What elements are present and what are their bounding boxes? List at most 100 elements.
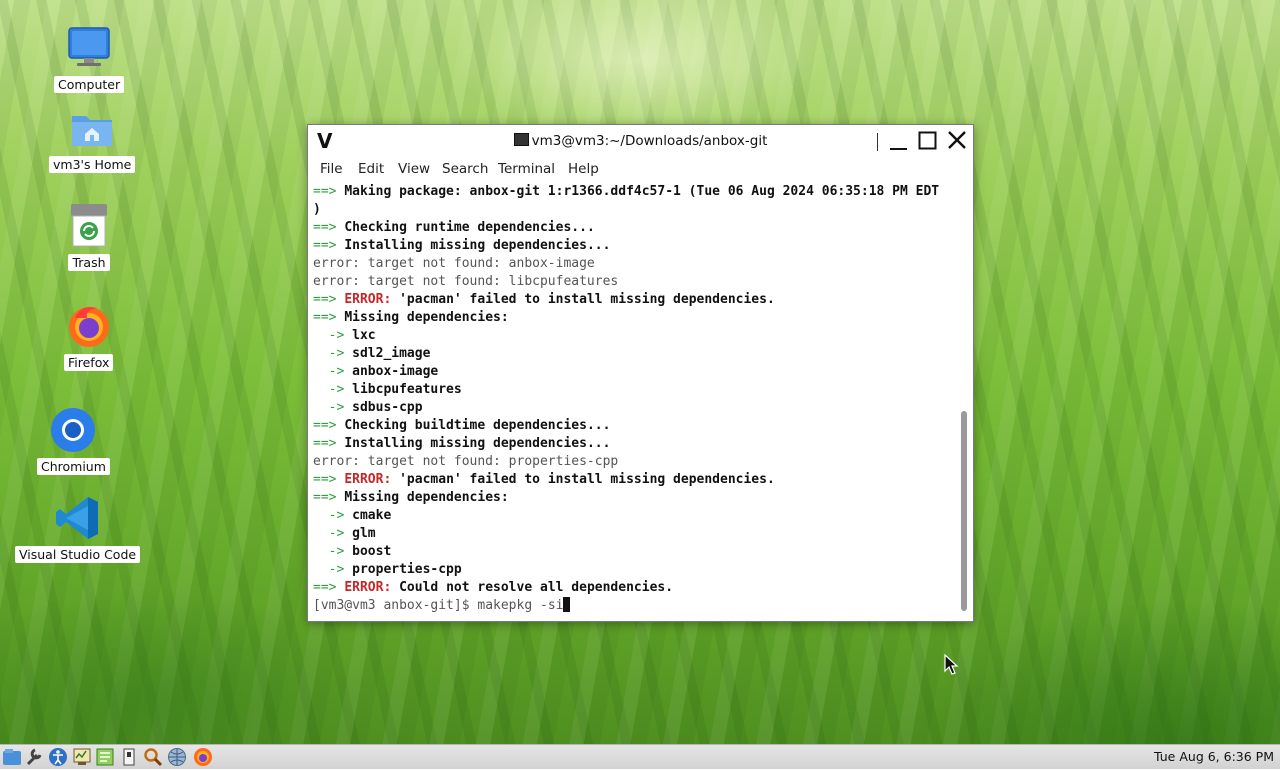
desktop-icon-label: Visual Studio Code: [15, 546, 141, 563]
line-text: boost: [352, 544, 392, 559]
app-menu-icon[interactable]: [2, 747, 22, 767]
error-label: ERROR:: [344, 580, 392, 595]
taskbar-clock[interactable]: Tue Aug 6, 6:36 PM: [1154, 749, 1274, 764]
firefox-icon[interactable]: [193, 747, 213, 767]
terminal-line: ==> Installing missing dependencies...: [313, 435, 955, 453]
desktop-icon-trash[interactable]: Trash: [65, 202, 113, 271]
menu-search[interactable]: Search: [442, 161, 488, 177]
settings-tools-icon[interactable]: [25, 747, 45, 767]
line-text: Checking runtime dependencies...: [344, 220, 595, 235]
line-text: Missing dependencies:: [344, 490, 509, 505]
line-text: glm: [352, 526, 376, 541]
terminal-line: -> anbox-image: [313, 363, 955, 381]
text-cursor: [563, 597, 571, 612]
desktop-icon-firefox[interactable]: Firefox: [64, 302, 114, 371]
scrollbar-thumb[interactable]: [961, 411, 967, 611]
desktop-icon-label: Chromium: [37, 458, 110, 475]
accessibility-icon[interactable]: [48, 747, 68, 767]
terminal-line: ==> ERROR: 'pacman' failed to install mi…: [313, 471, 955, 489]
system-monitor-icon[interactable]: [72, 747, 92, 767]
taskbar: Tue Aug 6, 6:36 PM: [0, 744, 1280, 769]
terminal-line: ==> Installing missing dependencies...: [313, 237, 955, 255]
network-icon[interactable]: [167, 747, 187, 767]
desktop-icon-label: Computer: [54, 76, 125, 93]
line-prefix: ->: [313, 508, 345, 523]
line-text: ): [313, 202, 321, 217]
menu-view[interactable]: View: [398, 161, 430, 177]
desktop-icon-label: Firefox: [64, 354, 114, 371]
desktop-icon-computer[interactable]: Computer: [54, 24, 125, 93]
window-title-text: vm3@vm3:~/Downloads/anbox-git: [531, 133, 768, 149]
file-manager-icon[interactable]: [119, 747, 139, 767]
chromium-icon: [49, 406, 97, 454]
line-text: Missing dependencies:: [344, 310, 509, 325]
search-icon[interactable]: [143, 747, 163, 767]
window-title: vm3@vm3:~/Downloads/anbox-git: [308, 133, 973, 149]
terminal-output-area[interactable]: ==> Making package: anbox-git 1:r1366.dd…: [308, 181, 973, 621]
monitor-icon: [65, 24, 113, 72]
shell-prompt: [vm3@vm3 anbox-git]$: [313, 598, 478, 613]
terminal-line: -> boost: [313, 543, 955, 561]
prompt-line[interactable]: [vm3@vm3 anbox-git]$ makepkg -si: [313, 597, 955, 615]
terminal-line: -> properties-cpp: [313, 561, 955, 579]
terminal-window[interactable]: V vm3@vm3:~/Downloads/anbox-git File Edi…: [307, 124, 974, 622]
line-text: Checking buildtime dependencies...: [344, 418, 611, 433]
desktop-icon-vscode[interactable]: Visual Studio Code: [15, 494, 141, 563]
line-text: lxc: [352, 328, 376, 343]
line-prefix: ==>: [313, 472, 337, 487]
command-input[interactable]: makepkg -si: [477, 598, 563, 613]
menu-file[interactable]: File: [320, 161, 343, 177]
line-prefix: ==>: [313, 580, 337, 595]
terminal-icon: [513, 133, 529, 146]
desktop-icon-chromium[interactable]: Chromium: [37, 406, 110, 475]
line-text: error: target not found: properties-cpp: [313, 454, 619, 469]
line-text: Could not resolve all dependencies.: [399, 580, 674, 595]
window-titlebar[interactable]: V vm3@vm3:~/Downloads/anbox-git: [308, 125, 973, 157]
minimize-button[interactable]: [886, 129, 912, 153]
menu-edit[interactable]: Edit: [358, 161, 384, 177]
menu-terminal[interactable]: Terminal: [498, 161, 555, 177]
line-prefix: ==>: [313, 418, 337, 433]
home-folder-icon: [68, 104, 116, 152]
line-text: properties-cpp: [352, 562, 462, 577]
line-text: libcpufeatures: [352, 382, 462, 397]
text-editor-icon[interactable]: [95, 747, 115, 767]
line-text: sdbus-cpp: [352, 400, 423, 415]
line-text: sdl2_image: [352, 346, 431, 361]
trash-icon: [65, 202, 113, 250]
line-text: 'pacman' failed to install missing depen…: [399, 292, 775, 307]
line-prefix: ->: [313, 562, 345, 577]
terminal-line: -> lxc: [313, 327, 955, 345]
terminal-line: ==> Checking buildtime dependencies...: [313, 417, 955, 435]
vscode-icon: [54, 494, 102, 542]
error-label: ERROR:: [344, 472, 392, 487]
maximize-button[interactable]: [915, 129, 941, 153]
firefox-icon: [65, 302, 113, 350]
terminal-line: ==> ERROR: Could not resolve all depende…: [313, 579, 955, 597]
terminal-line: error: target not found: properties-cpp: [313, 453, 955, 471]
line-text: Making package: anbox-git 1:r1366.ddf4c5…: [344, 184, 940, 199]
line-prefix: ->: [313, 400, 345, 415]
mouse-pointer-icon: [944, 653, 960, 676]
line-prefix: ->: [313, 544, 345, 559]
line-prefix: ->: [313, 364, 345, 379]
line-text: anbox-image: [352, 364, 439, 379]
terminal-line: ==> Making package: anbox-git 1:r1366.dd…: [313, 183, 955, 201]
terminal-line: ==> Missing dependencies:: [313, 309, 955, 327]
terminal-scrollbar[interactable]: [959, 183, 969, 617]
terminal-line: -> sdbus-cpp: [313, 399, 955, 417]
close-button[interactable]: [944, 129, 970, 153]
desktop-icon-home[interactable]: vm3's Home: [49, 104, 136, 173]
menu-help[interactable]: Help: [568, 161, 599, 177]
desktop-icon-label: vm3's Home: [49, 156, 136, 173]
line-prefix: ==>: [313, 436, 337, 451]
line-text: cmake: [352, 508, 392, 523]
line-text: 'pacman' failed to install missing depen…: [399, 472, 775, 487]
line-prefix: ->: [313, 328, 345, 343]
line-prefix: ->: [313, 526, 345, 541]
terminal-text[interactable]: ==> Making package: anbox-git 1:r1366.dd…: [313, 183, 955, 615]
line-prefix: ==>: [313, 238, 337, 253]
terminal-line: ): [313, 201, 955, 219]
line-text: error: target not found: anbox-image: [313, 256, 595, 271]
terminal-line: -> glm: [313, 525, 955, 543]
